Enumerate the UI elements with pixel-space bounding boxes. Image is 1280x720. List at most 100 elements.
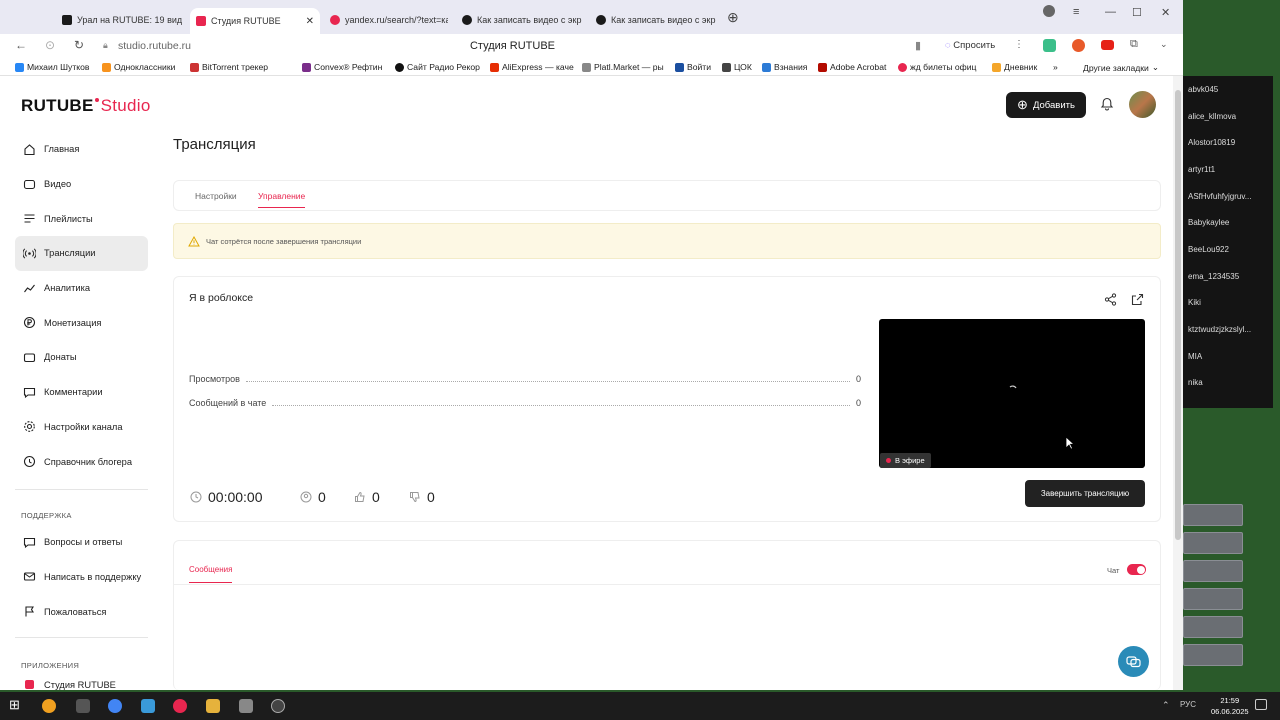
tab-messages[interactable]: Сообщения <box>189 565 233 583</box>
nav-comments[interactable]: Комментарии <box>15 375 148 410</box>
viewer-name[interactable]: artyr1t1 <box>1183 156 1273 183</box>
bookmark-item[interactable]: жд билеты офиц <box>898 62 976 72</box>
bookmark-item[interactable]: Одноклассники <box>102 62 175 72</box>
page-scrollbar[interactable] <box>1173 76 1183 690</box>
nav-channel-settings[interactable]: Настройки канала <box>15 410 148 445</box>
browser-tab-active[interactable]: Студия RUTUBE ✕ <box>190 8 320 34</box>
nav-video[interactable]: Видео <box>15 167 148 202</box>
chat-toggle[interactable] <box>1127 564 1146 575</box>
game-button[interactable] <box>1183 504 1243 526</box>
browser-tab[interactable]: Как записать видео с экр <box>596 9 718 31</box>
viewer-name[interactable]: abvk045 <box>1183 76 1273 103</box>
browser-tab[interactable]: Урал на RUTUBE: 19 видео <box>62 9 182 31</box>
app-icon[interactable] <box>141 699 155 713</box>
rutube-studio-logo[interactable]: RUTUBE Studio <box>21 96 151 116</box>
viewer-name[interactable]: MIA <box>1183 343 1273 370</box>
close-tab-icon[interactable]: ✕ <box>306 16 314 27</box>
nav-studio-app[interactable]: Студия RUTUBE <box>15 677 148 690</box>
bookmark-item[interactable]: AliExpress — каче <box>490 62 574 72</box>
nav-playlists[interactable]: Плейлисты <box>15 201 148 236</box>
avatar[interactable] <box>1129 91 1156 118</box>
bookmark-icon[interactable]: ▮ <box>915 39 921 52</box>
tab-label: yandex.ru/search/?text=как <box>345 15 448 25</box>
bookmark-item[interactable]: Platl.Market — ры <box>582 62 664 72</box>
nav-broadcasts[interactable]: Трансляции <box>15 236 148 271</box>
bookmark-item[interactable]: Сайт Радио Рекор <box>395 62 480 72</box>
viewer-name[interactable]: ASfHvfuhfyjgruv... <box>1183 183 1273 210</box>
more-icon[interactable]: ⋮ <box>1014 39 1024 50</box>
viewer-name[interactable]: Alostor10819 <box>1183 129 1273 156</box>
downloads-icon[interactable]: ⌄ <box>1160 39 1168 50</box>
app-icon[interactable] <box>42 699 56 713</box>
bookmark-item[interactable]: Дневник <box>992 62 1037 72</box>
bookmark-item[interactable]: ЦОК <box>722 62 752 72</box>
viewer-name[interactable]: alice_kllmova <box>1183 103 1273 130</box>
game-button[interactable] <box>1183 560 1243 582</box>
youtube-icon[interactable] <box>1101 40 1114 50</box>
tab-manage[interactable]: Управление <box>258 191 306 208</box>
nav-blogger-guide[interactable]: Справочник блогера <box>15 444 148 479</box>
obs-icon[interactable] <box>271 699 285 713</box>
add-button[interactable]: ⊕ Добавить <box>1006 92 1086 118</box>
nav-donations[interactable]: Донаты <box>15 340 148 375</box>
external-link-icon[interactable] <box>1131 293 1144 306</box>
share-icon[interactable] <box>1104 293 1117 306</box>
warning-icon <box>188 236 200 247</box>
bookmark-item[interactable]: Convex® Рефтин <box>302 62 382 72</box>
viewer-name[interactable]: nika <box>1183 370 1273 397</box>
browser-tab[interactable]: yandex.ru/search/?text=как <box>330 9 448 31</box>
system-clock[interactable]: 21:59 06.06.2025 <box>1211 695 1249 717</box>
address-bar: ← ⊙ ↻ 🔒︎ studio.rutube.ru Студия RUTUBE … <box>0 34 1183 58</box>
nav-label: Настройки канала <box>44 421 123 432</box>
chrome-icon[interactable] <box>108 699 122 713</box>
bookmark-item[interactable]: Михаил Шутков <box>15 62 89 72</box>
other-bookmarks[interactable]: Другие закладки ⌄ <box>1083 62 1159 73</box>
viewer-name[interactable]: ema_1234535 <box>1183 263 1273 290</box>
extension-icon[interactable] <box>1072 39 1085 52</box>
menu-icon[interactable]: ≡ <box>1073 6 1079 18</box>
minimize-icon[interactable]: — <box>1105 6 1116 18</box>
game-button[interactable] <box>1183 616 1243 638</box>
maximize-icon[interactable]: ☐ <box>1132 6 1142 19</box>
bookmark-item[interactable]: Взнания <box>762 62 807 72</box>
start-icon[interactable]: ⊞ <box>9 697 23 712</box>
nav-report[interactable]: Пожаловаться <box>15 594 148 629</box>
video-player[interactable] <box>879 319 1145 468</box>
game-button[interactable] <box>1183 588 1243 610</box>
bookmark-item[interactable]: Adobe Acrobat <box>818 62 886 72</box>
viewer-name[interactable]: Babykaylee <box>1183 209 1273 236</box>
page-title: Трансляция <box>173 136 256 153</box>
nav-analytics[interactable]: Аналитика <box>15 271 148 306</box>
folder-icon[interactable] <box>206 699 220 713</box>
tab-settings[interactable]: Настройки <box>195 191 237 201</box>
game-button[interactable] <box>1183 532 1243 554</box>
new-tab-icon[interactable]: ⊕ <box>727 9 739 26</box>
viewer-name[interactable]: BeeLou922 <box>1183 236 1273 263</box>
nav-monetization[interactable]: Монетизация <box>15 305 148 340</box>
logo-rutube: RUTUBE <box>21 96 94 115</box>
viewer-name[interactable]: Kiki <box>1183 290 1273 317</box>
app-icon[interactable] <box>76 699 90 713</box>
yandex-browser-icon[interactable] <box>173 699 187 713</box>
ask-button[interactable]: ◌ Спросить <box>945 40 995 51</box>
nav-home[interactable]: Главная <box>15 132 148 167</box>
app-icon[interactable] <box>239 699 253 713</box>
end-stream-button[interactable]: Завершить трансляцию <box>1025 480 1145 507</box>
bookmarks-overflow-icon[interactable]: » <box>1053 62 1058 72</box>
game-button[interactable] <box>1183 644 1243 666</box>
profile-icon[interactable] <box>1043 5 1055 17</box>
bookmark-item[interactable]: Войти <box>675 62 711 72</box>
nav-faq[interactable]: Вопросы и ответы <box>15 525 148 560</box>
bookmark-item[interactable]: BitTorrent трекер <box>190 62 268 72</box>
support-chat-button[interactable] <box>1118 646 1149 677</box>
bell-icon[interactable] <box>1100 97 1114 111</box>
nav-contact-support[interactable]: Написать в поддержку <box>15 560 148 595</box>
viewer-name[interactable]: ktztwudzjzkzslyl... <box>1183 316 1273 343</box>
tray-chevron-icon[interactable]: ⌃ <box>1162 700 1170 711</box>
language-indicator[interactable]: РУС <box>1180 700 1196 709</box>
extension-icon[interactable] <box>1043 39 1056 52</box>
notifications-icon[interactable] <box>1255 699 1267 710</box>
screenshot-icon[interactable]: ⧉ <box>1130 38 1138 51</box>
browser-tab[interactable]: Как записать видео с экр <box>462 9 584 31</box>
close-window-icon[interactable]: ✕ <box>1161 6 1170 19</box>
